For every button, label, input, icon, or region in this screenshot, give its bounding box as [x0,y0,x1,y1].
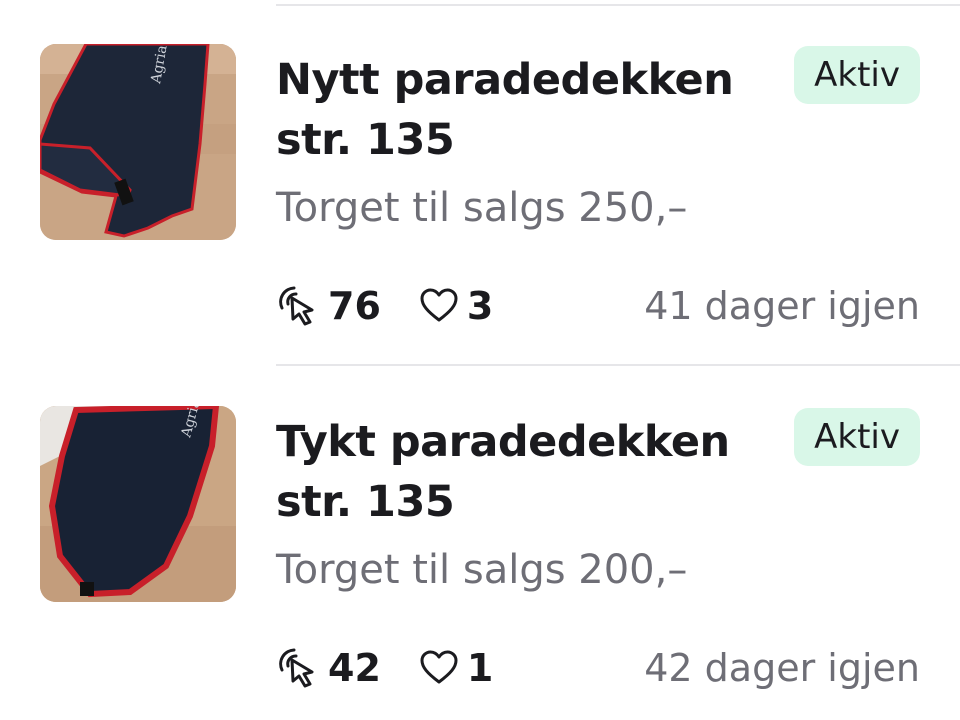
favorite-count-value: 1 [466,646,494,690]
listing-title-line1: Nytt paradedekken [276,55,734,105]
click-count-value: 42 [328,646,381,690]
listing-card[interactable]: Agria Tykt paradedekken str. 135 Aktiv T… [0,362,960,720]
listing-price: Torget til salgs 200,– [276,547,688,593]
listing-stats: 42 1 [276,640,493,696]
time-remaining: 41 dager igjen [644,284,920,328]
listing-title-line2: str. 135 [276,477,455,527]
heart-outline-icon [420,288,458,322]
favorite-count-value: 3 [466,284,494,328]
listing-title[interactable]: Tykt paradedekken str. 135 [276,412,766,532]
click-count: 42 [276,646,381,690]
listing-thumbnail[interactable]: Agria [40,406,236,602]
heart-outline-icon [420,650,458,684]
listing-price: Torget til salgs 250,– [276,185,688,231]
time-remaining: 42 dager igjen [644,646,920,690]
horse-blanket-photo: Agria [40,44,236,240]
status-badge: Aktiv [794,408,920,466]
ad-list: Agria Nytt paradedekken str. 135 Aktiv T… [0,0,960,720]
listing-stats: 76 3 [276,278,493,334]
status-badge: Aktiv [794,46,920,104]
listing-card[interactable]: Agria Nytt paradedekken str. 135 Aktiv T… [0,0,960,360]
click-count: 76 [276,284,381,328]
listing-title-line1: Tykt paradedekken [276,417,730,467]
favorite-count: 3 [419,284,493,328]
cursor-click-icon [279,648,314,688]
favorite-count: 1 [419,646,493,690]
click-count-value: 76 [328,284,381,328]
horse-blanket-photo: Agria [40,406,236,602]
listing-thumbnail[interactable]: Agria [40,44,236,240]
listing-title[interactable]: Nytt paradedekken str. 135 [276,50,766,170]
listing-title-line2: str. 135 [276,115,455,165]
cursor-click-icon [279,286,314,326]
